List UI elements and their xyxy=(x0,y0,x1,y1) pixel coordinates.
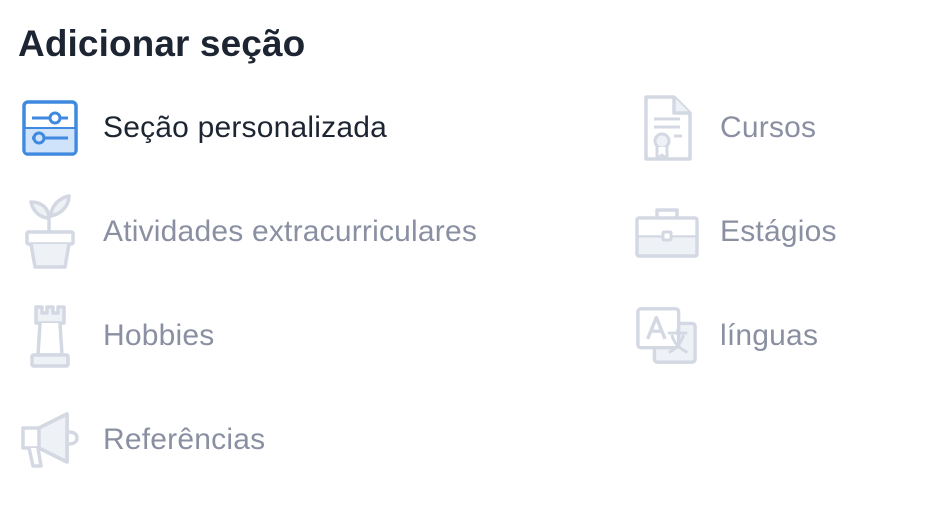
translate-icon xyxy=(635,300,699,372)
section-option-custom[interactable]: Seção personalizada xyxy=(18,92,387,164)
section-option-courses[interactable]: Cursos xyxy=(635,92,816,164)
section-label: Seção personalizada xyxy=(103,111,387,144)
sliders-icon xyxy=(18,92,82,164)
section-label: Hobbies xyxy=(103,319,215,352)
section-option-languages[interactable]: línguas xyxy=(635,300,818,372)
certificate-icon xyxy=(635,92,699,164)
section-option-extracurricular[interactable]: Atividades extracurriculares xyxy=(18,194,478,269)
add-section-panel: Adicionar seção Seção personalizada Curs… xyxy=(0,0,938,526)
section-label: línguas xyxy=(720,319,819,352)
briefcase-icon xyxy=(635,196,699,268)
section-option-internships[interactable]: Estágios xyxy=(635,196,837,268)
chess-rook-icon xyxy=(18,300,82,372)
section-option-hobbies[interactable]: Hobbies xyxy=(18,300,214,372)
section-option-references[interactable]: Referências xyxy=(18,404,265,476)
section-label: Estágios xyxy=(720,215,837,248)
page-title: Adicionar seção xyxy=(18,23,306,64)
section-label: Referências xyxy=(103,423,266,456)
potted-plant-icon xyxy=(18,194,82,269)
section-label: Atividades extracurriculares xyxy=(103,215,478,248)
section-label: Cursos xyxy=(720,111,817,144)
megaphone-icon xyxy=(18,404,82,476)
